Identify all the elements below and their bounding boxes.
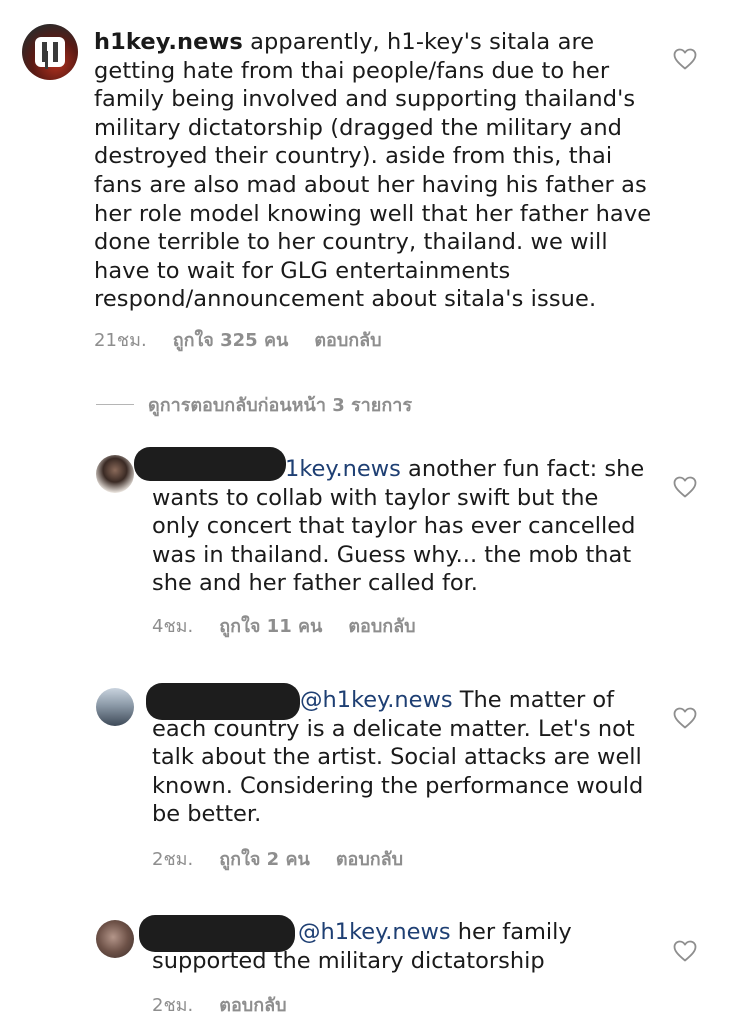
divider-line [96, 404, 134, 405]
redaction-bar [139, 915, 295, 952]
mention-link[interactable]: @h1key.news [300, 687, 453, 713]
comment-meta: 21ชม. ถูกใจ 325 คน ตอบกลับ [94, 325, 408, 354]
reply-time: 2ชม. [152, 849, 194, 870]
view-previous-replies-label: ดูการตอบกลับก่อนหน้า 3 รายการ [148, 395, 412, 416]
view-previous-replies-button[interactable]: ดูการตอบกลับก่อนหน้า 3 รายการ [96, 390, 412, 419]
reply-meta: 2ชม. ตอบกลับ [152, 990, 313, 1019]
h1key-logo [22, 24, 78, 80]
like-heart-icon[interactable] [673, 707, 697, 729]
comment-time: 21ชม. [94, 330, 147, 351]
avatar-reply-user-1[interactable] [96, 455, 134, 493]
mention-link[interactable]: @h1key.news [298, 919, 451, 945]
main-comment-text: h1key.news apparently, h1-key's sitala a… [94, 28, 654, 314]
redaction-bar [134, 447, 286, 481]
comment-body: apparently, h1-key's sitala are getting … [94, 29, 652, 313]
comment-username[interactable]: h1key.news [94, 29, 243, 55]
like-count-button[interactable]: ถูกใจ 11 คน [219, 611, 322, 640]
reply-time: 2ชม. [152, 995, 194, 1016]
redaction-bar [146, 683, 300, 720]
reply-meta: 4ชม. ถูกใจ 11 คน ตอบกลับ [152, 611, 442, 640]
reply-time: 4ชม. [152, 616, 194, 637]
like-heart-icon[interactable] [673, 940, 697, 962]
like-heart-icon[interactable] [673, 48, 697, 70]
avatar-reply-user-3[interactable] [96, 920, 134, 958]
like-heart-icon[interactable] [673, 476, 697, 498]
avatar-h1key-news[interactable] [22, 24, 78, 80]
reply-button[interactable]: ตอบกลับ [348, 611, 415, 640]
mention-link[interactable]: 1key.news [285, 456, 401, 482]
like-count-button[interactable]: ถูกใจ 2 คน [219, 844, 310, 873]
reply-button[interactable]: ตอบกลับ [219, 990, 286, 1019]
reply-meta: 2ชม. ถูกใจ 2 คน ตอบกลับ [152, 844, 429, 873]
reply-button[interactable]: ตอบกลับ [314, 325, 381, 354]
like-count-button[interactable]: ถูกใจ 325 คน [173, 325, 289, 354]
reply-button[interactable]: ตอบกลับ [336, 844, 403, 873]
avatar-reply-user-2[interactable] [96, 688, 134, 726]
